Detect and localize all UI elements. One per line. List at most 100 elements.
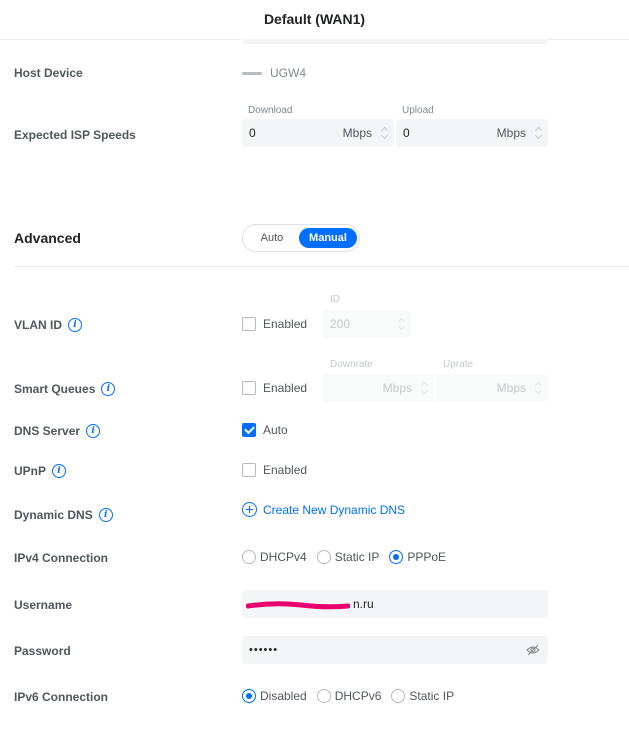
downrate-label: Downrate — [330, 359, 373, 370]
ipv4-option-dhcpv4[interactable]: DHCPv4 — [242, 550, 307, 564]
advanced-mode-toggle: Auto Manual — [242, 224, 360, 252]
checkbox-checked-icon — [242, 423, 256, 437]
advanced-mode-manual[interactable]: Manual — [299, 228, 357, 248]
info-icon[interactable]: i — [86, 424, 101, 438]
chevron-down-icon — [534, 131, 542, 140]
ipv6-connection-options: Disabled DHCPv6 Static IP — [242, 689, 464, 703]
create-dynamic-dns-text: Create New Dynamic DNS — [263, 502, 406, 517]
password-label-text: Password — [14, 644, 71, 658]
ipv6-option-static-ip[interactable]: Static IP — [391, 689, 454, 703]
vlan-id-label: ID — [330, 294, 340, 305]
host-device-value: UGW4 — [242, 66, 306, 80]
vlan-id-stepper[interactable] — [397, 317, 405, 331]
ipv4-connection-label: IPv4 Connection — [14, 551, 108, 565]
uprate-input[interactable]: Mbps — [436, 374, 548, 402]
password-label: Password — [14, 644, 71, 658]
vlan-id-label-row: VLAN ID i — [14, 318, 82, 332]
upload-unit: Mbps — [496, 126, 526, 140]
ipv4-option-static-ip[interactable]: Static IP — [316, 550, 380, 564]
ipv4-option-pppoe[interactable]: PPPoE — [389, 550, 446, 564]
radio-icon — [316, 550, 331, 564]
dynamic-dns-label-text: Dynamic DNS — [14, 508, 93, 522]
dns-auto-text: Auto — [263, 423, 288, 437]
ipv4-option-dhcpv4-text: DHCPv4 — [260, 550, 307, 564]
ipv6-option-static-ip-text: Static IP — [409, 689, 455, 703]
upnp-enabled-checkbox[interactable]: Enabled — [242, 463, 307, 477]
dynamic-dns-label-row: Dynamic DNS i — [14, 508, 113, 522]
host-device-name: UGW4 — [270, 66, 306, 80]
ipv6-option-dhcpv6[interactable]: DHCPv6 — [316, 689, 382, 703]
advanced-label-text: Advanced — [14, 230, 81, 246]
download-unit: Mbps — [342, 126, 372, 140]
panel-title: Default (WAN1) — [263, 11, 366, 27]
info-icon[interactable]: i — [98, 508, 113, 522]
smart-queues-label-row: Smart Queues i — [14, 382, 116, 396]
ipv6-option-disabled-text: Disabled — [260, 689, 307, 703]
uprate-label: Uprate — [443, 359, 474, 370]
downrate-stepper[interactable] — [420, 381, 428, 395]
redaction-scribble — [246, 601, 350, 610]
upnp-enabled-text: Enabled — [263, 463, 308, 477]
ipv6-option-dhcpv6-text: DHCPv6 — [334, 689, 382, 703]
upload-speed-input[interactable]: 0 Mbps — [396, 119, 548, 147]
eye-off-icon[interactable] — [526, 644, 540, 656]
username-label-text: Username — [14, 598, 73, 612]
smart-queues-enabled-text: Enabled — [263, 381, 308, 395]
vlan-id-input[interactable]: 200 — [323, 310, 411, 338]
upload-label: Upload — [402, 105, 434, 116]
info-icon[interactable]: i — [68, 318, 82, 332]
radio-icon — [242, 550, 256, 564]
scrolled-field-edge — [242, 39, 548, 44]
download-speed-value: 0 — [249, 126, 256, 140]
ipv4-option-static-ip-text: Static IP — [334, 550, 380, 564]
download-stepper[interactable] — [380, 126, 388, 140]
panel-header: Default (WAN1) — [0, 0, 629, 40]
upload-stepper[interactable] — [534, 126, 542, 140]
host-device-label: Host Device — [14, 66, 83, 80]
chevron-down-icon — [397, 322, 405, 331]
section-divider — [14, 266, 629, 267]
chevron-down-icon — [420, 386, 428, 395]
gateway-device-icon — [242, 71, 262, 75]
vlan-label-text: VLAN ID — [14, 318, 62, 332]
radio-selected-icon — [389, 550, 404, 564]
username-label: Username — [14, 598, 72, 612]
smart-queues-enabled-checkbox[interactable]: Enabled — [242, 381, 307, 395]
downrate-unit: Mbps — [382, 381, 412, 395]
plus-circle-icon — [242, 502, 257, 517]
upnp-label-row: UPnP i — [14, 464, 67, 478]
uprate-stepper[interactable] — [534, 381, 542, 395]
radio-selected-icon — [242, 689, 256, 703]
dns-server-label-text: DNS Server — [14, 424, 81, 438]
upnp-label-text: UPnP — [14, 464, 47, 478]
info-icon[interactable]: i — [101, 382, 116, 396]
isp-speeds-label: Expected ISP Speeds — [14, 128, 136, 142]
uprate-unit: Mbps — [496, 381, 526, 395]
dns-auto-checkbox[interactable]: Auto — [242, 423, 288, 437]
vlan-enabled-checkbox[interactable]: Enabled — [242, 317, 307, 331]
checkbox-icon — [242, 381, 256, 395]
download-label: Download — [248, 105, 293, 116]
ipv6-connection-label: IPv6 Connection — [14, 690, 108, 704]
download-speed-input[interactable]: 0 Mbps — [242, 119, 394, 147]
ipv6-option-disabled[interactable]: Disabled — [242, 689, 307, 703]
info-icon[interactable]: i — [52, 464, 67, 478]
radio-icon — [316, 689, 331, 703]
checkbox-icon — [242, 317, 256, 331]
create-dynamic-dns-link[interactable]: Create New Dynamic DNS — [242, 502, 405, 517]
advanced-mode-auto[interactable]: Auto — [247, 228, 297, 248]
radio-icon — [391, 689, 406, 703]
ipv4-option-pppoe-text: PPPoE — [407, 550, 447, 564]
downrate-input[interactable]: Mbps — [323, 374, 434, 402]
upload-speed-value: 0 — [403, 126, 410, 140]
isp-speeds-label-text: Expected ISP Speeds — [14, 128, 136, 142]
password-masked-value: •••••• — [249, 644, 279, 656]
smart-queues-label-text: Smart Queues — [14, 382, 96, 396]
vlan-id-value: 200 — [330, 317, 351, 331]
advanced-section-title: Advanced — [14, 230, 81, 246]
ipv4-label-text: IPv4 Connection — [14, 551, 109, 565]
password-input[interactable]: •••••• — [242, 636, 548, 664]
chevron-down-icon — [534, 386, 542, 395]
ipv4-connection-options: DHCPv4 Static IP PPPoE — [242, 550, 456, 564]
checkbox-icon — [242, 463, 256, 477]
